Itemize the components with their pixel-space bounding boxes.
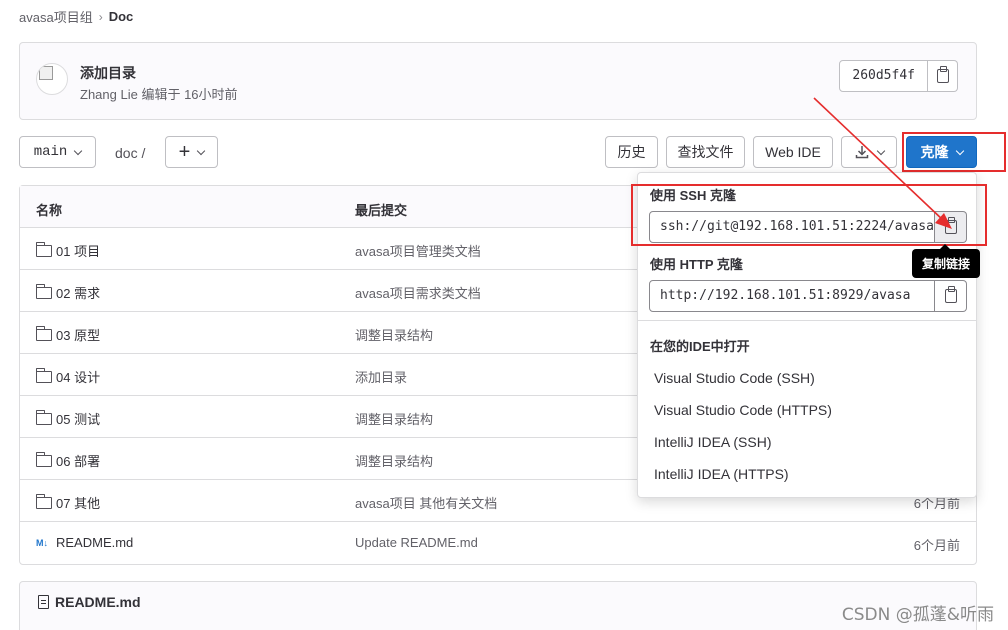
chevron-down-icon (876, 146, 886, 155)
folder-icon (36, 494, 52, 509)
broken-image-icon (39, 66, 53, 80)
commit-message[interactable]: 调整目录结构 (355, 451, 433, 470)
file-name[interactable]: 02 需求 (36, 283, 100, 302)
repo-path: doc / (115, 145, 146, 161)
commit-message[interactable]: avasa项目管理类文档 (355, 241, 481, 260)
branch-name: main (33, 144, 68, 160)
ide-open-label: 在您的IDE中打开 (650, 339, 750, 354)
ide-item-intellij-ssh[interactable]: IntelliJ IDEA (SSH) (654, 434, 771, 450)
file-name-text[interactable]: 04 设计 (56, 367, 100, 386)
find-file-button[interactable]: 查找文件 (666, 136, 745, 168)
folder-icon (36, 368, 52, 383)
http-url-input[interactable]: http://192.168.101.51:8929/avasa (649, 280, 935, 312)
commit-message[interactable]: 调整目录结构 (355, 325, 433, 344)
download-icon (855, 146, 869, 159)
branch-selector[interactable]: main (19, 136, 96, 168)
ide-item-vscode-ssh[interactable]: Visual Studio Code (SSH) (654, 370, 815, 386)
column-name: 名称 (36, 203, 63, 218)
file-name-text[interactable]: README.md (56, 535, 133, 550)
history-button[interactable]: 历史 (605, 136, 658, 168)
breadcrumb-current[interactable]: Doc (109, 9, 134, 24)
file-name-text[interactable]: 01 项目 (56, 241, 100, 260)
web-ide-button[interactable]: Web IDE (753, 136, 833, 168)
file-name-text[interactable]: 06 部署 (56, 451, 100, 470)
commit-message[interactable]: avasa项目 其他有关文档 (355, 493, 497, 512)
commit-message[interactable]: Update README.md (355, 535, 478, 550)
table-row[interactable]: M↓ README.md Update README.md 6个月前 (20, 522, 976, 564)
ide-item-vscode-https[interactable]: Visual Studio Code (HTTPS) (654, 402, 832, 418)
readme-panel: README.md (19, 581, 977, 630)
last-update: 6个月前 (913, 538, 960, 553)
column-last-commit: 最后提交 (355, 203, 408, 218)
clipboard-icon (944, 286, 957, 303)
ide-item-intellij-https[interactable]: IntelliJ IDEA (HTTPS) (654, 466, 789, 482)
file-name[interactable]: 01 项目 (36, 241, 100, 260)
http-clone-label: 使用 HTTP 克隆 (650, 257, 743, 272)
dropdown-divider (638, 320, 976, 321)
download-button[interactable] (841, 136, 897, 168)
http-clone-field: http://192.168.101.51:8929/avasa (649, 280, 967, 312)
add-to-tree-button[interactable]: + (165, 136, 218, 168)
commit-meta: Zhang Lie 编辑于 16小时前 (80, 84, 238, 103)
folder-icon (36, 410, 52, 425)
commit-message[interactable]: avasa项目需求类文档 (355, 283, 481, 302)
clipboard-icon (936, 66, 949, 83)
chevron-down-icon (197, 146, 206, 155)
markdown-icon: M↓ (36, 537, 48, 548)
file-name-text[interactable]: 03 原型 (56, 325, 100, 344)
breadcrumb-group[interactable]: avasa项目组 (19, 7, 93, 26)
plus-icon: + (178, 141, 191, 163)
copy-sha-button[interactable] (928, 60, 958, 92)
chevron-down-icon (74, 146, 83, 155)
readme-title: README.md (38, 594, 141, 610)
breadcrumb-separator-icon: › (98, 9, 103, 24)
file-name-text[interactable]: 05 测试 (56, 409, 100, 428)
breadcrumb: avasa项目组 › Doc (19, 7, 133, 26)
file-name[interactable]: 03 原型 (36, 325, 100, 344)
folder-icon (36, 242, 52, 257)
commit-message[interactable]: 添加目录 (355, 367, 407, 386)
folder-icon (36, 326, 52, 341)
file-name[interactable]: 04 设计 (36, 367, 100, 386)
annotation-highlight-clone (902, 132, 1006, 172)
commit-sha-group: 260d5f4f (839, 60, 958, 92)
folder-icon (36, 452, 52, 467)
commit-time: 编辑于 16小时前 (141, 87, 238, 102)
document-icon (38, 595, 49, 609)
folder-icon (36, 284, 52, 299)
file-name[interactable]: 05 测试 (36, 409, 100, 428)
watermark: CSDN @孤蓬&听雨 (841, 605, 994, 625)
file-name-text[interactable]: 02 需求 (56, 283, 100, 302)
file-name-text[interactable]: 07 其他 (56, 493, 100, 512)
annotation-highlight-ssh (631, 184, 987, 246)
avatar[interactable] (36, 63, 68, 95)
commit-title[interactable]: 添加目录 (80, 63, 136, 83)
commit-message[interactable]: 调整目录结构 (355, 409, 433, 428)
last-commit-panel: 添加目录 Zhang Lie 编辑于 16小时前 260d5f4f (19, 42, 977, 120)
readme-filename[interactable]: README.md (55, 594, 141, 610)
file-name[interactable]: 06 部署 (36, 451, 100, 470)
commit-author[interactable]: Zhang Lie (80, 87, 138, 102)
file-name[interactable]: M↓ README.md (36, 535, 133, 550)
copy-http-url-button[interactable] (935, 280, 967, 312)
file-name[interactable]: 07 其他 (36, 493, 100, 512)
copy-link-tooltip: 复制链接 (912, 244, 981, 278)
commit-sha[interactable]: 260d5f4f (839, 60, 928, 92)
